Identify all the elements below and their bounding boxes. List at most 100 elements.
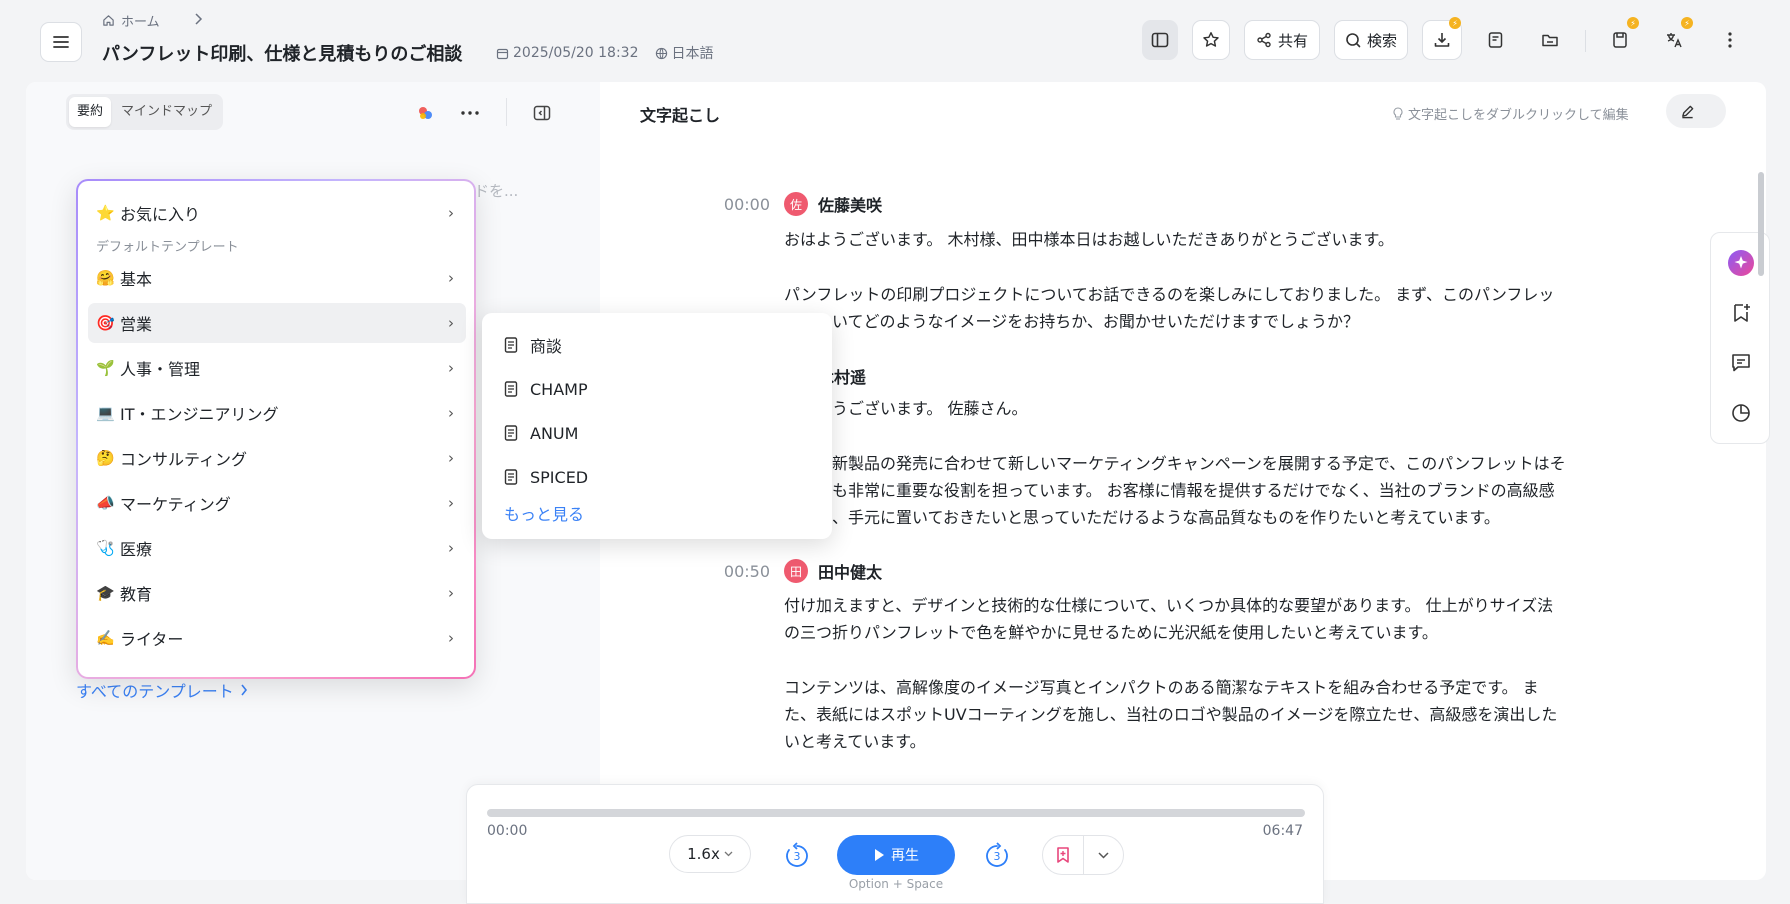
page-title[interactable]: パンフレット印刷、仕様と見積もりのご相談	[102, 40, 462, 66]
bookmark-icon	[1057, 847, 1069, 863]
template-category-hr[interactable]: 🌱 人事・管理 ›	[88, 348, 466, 388]
kebab-menu-icon	[1728, 32, 1732, 48]
show-more-link[interactable]: もっと見る	[482, 501, 832, 525]
template-category-marketing[interactable]: 📣 マーケティング ›	[88, 483, 466, 523]
sparkle-icon	[1728, 250, 1754, 276]
skip-back-button[interactable]: 3	[783, 841, 811, 869]
bookmark-options-button[interactable]	[1082, 836, 1123, 874]
transcript-paragraph[interactable]: パンフレットの印刷プロジェクトについてお話できるのを楽しみにしておりました。 ま…	[784, 281, 1574, 335]
ai-assistant-button[interactable]	[1727, 249, 1755, 277]
comments-button[interactable]	[1727, 349, 1755, 377]
ai-model-button[interactable]	[414, 102, 436, 124]
share-button[interactable]: 共有	[1244, 20, 1320, 60]
summary-more-button[interactable]	[459, 102, 481, 124]
playback-speed-select[interactable]: 1.6x	[669, 835, 751, 873]
collapse-panel-button[interactable]	[531, 102, 553, 124]
add-timestamp-bookmark-button[interactable]	[1043, 836, 1083, 874]
document-icon	[504, 425, 518, 441]
document-datetime: 2025/05/20 18:32	[513, 45, 639, 61]
pencil-icon	[1682, 105, 1694, 118]
export-doc-button[interactable]	[1476, 20, 1516, 60]
skip-forward-button[interactable]: 3	[983, 841, 1011, 869]
template-label: コンサルティング	[120, 450, 248, 469]
current-time: 00:00	[487, 823, 528, 839]
menu-button[interactable]	[40, 22, 82, 62]
tab-summary[interactable]: 要約	[69, 97, 112, 127]
folder-icon	[1542, 34, 1558, 47]
edit-hint-text: 文字起こしをダブルクリックして編集	[1408, 108, 1629, 123]
chevron-right-icon: ›	[448, 629, 454, 647]
all-templates-link[interactable]: すべてのテンプレート	[76, 678, 248, 702]
transcript-edit-hint: 文字起こしをダブルクリックして編集	[1392, 104, 1629, 123]
speaker-label[interactable]: 田 田中健太	[784, 559, 882, 583]
speed-value: 1.6x	[687, 845, 720, 863]
template-category-basic[interactable]: 🤗 基本 ›	[88, 258, 466, 298]
tab-mindmap[interactable]: マインドマップ	[113, 97, 220, 127]
pie-chart-icon	[1732, 404, 1750, 422]
sidebar-panel-icon	[1151, 32, 1169, 48]
document-icon	[504, 337, 518, 353]
header-bar: ホーム パンフレット印刷、仕様と見積もりのご相談 2025/05/20 18:3…	[0, 0, 1790, 82]
template-item-champ[interactable]: CHAMP	[482, 367, 832, 411]
template-item-label: SPICED	[530, 467, 589, 487]
document-export-icon	[1488, 32, 1503, 48]
avatar: 田	[784, 559, 808, 583]
entry-timestamp[interactable]: 00:50	[690, 562, 770, 581]
entry-timestamp[interactable]: 00:00	[690, 195, 770, 214]
audio-player: 00:00 06:47 1.6x 3 再生 Option + Space 3	[466, 784, 1324, 904]
chevron-right-icon: ›	[448, 269, 454, 287]
template-label: 営業	[120, 315, 153, 334]
transcript-paragraph[interactable]: 付け加えますと、デザインと技術的な仕様について、いくつか具体的な要望があります。…	[784, 592, 1574, 646]
ellipsis-icon	[461, 111, 479, 115]
transcript-paragraph[interactable]: おはようございます。 佐藤さん。	[784, 395, 1574, 422]
template-category-it[interactable]: 💻 IT・エンジニアリング ›	[88, 393, 466, 433]
template-category-medical[interactable]: 🩺 医療 ›	[88, 528, 466, 568]
premium-badge-icon: ⚡	[1449, 17, 1461, 29]
search-button[interactable]: 検索	[1334, 20, 1408, 60]
template-label: 人事・管理	[120, 360, 201, 379]
template-item-anum[interactable]: ANUM	[482, 411, 832, 455]
transcript-paragraph[interactable]: 弊社は新製品の発売に合わせて新しいマーケティングキャンペーンを展開する予定で、こ…	[784, 450, 1574, 531]
template-label: お気に入り	[120, 205, 201, 224]
transcript-paragraph[interactable]: おはようございます。 木村様、田中様本日はお越しいただきありがとうございます。	[784, 226, 1574, 253]
transcript-scrollbar[interactable]	[1758, 172, 1764, 276]
template-item-spiced[interactable]: SPICED	[482, 455, 832, 499]
document-icon	[504, 469, 518, 485]
total-duration: 06:47	[1262, 823, 1303, 839]
template-dropdown: ⭐ お気に入り › デフォルトテンプレート 🤗 基本 › 🎯 営業 › 🌱 人事…	[76, 179, 476, 679]
download-button[interactable]: ⚡	[1422, 17, 1462, 60]
template-favorites[interactable]: ⭐ お気に入り ›	[88, 193, 466, 233]
stethoscope-icon: 🩺	[96, 539, 115, 557]
template-category-consulting[interactable]: 🤔 コンサルティング ›	[88, 438, 466, 478]
template-item-shoudan[interactable]: 商談	[482, 323, 832, 367]
translate-button[interactable]: ⚡	[1654, 17, 1694, 60]
analytics-button[interactable]	[1727, 399, 1755, 427]
document-icon	[504, 381, 518, 397]
sales-template-submenu: 商談 CHAMP ANUM SPICED もっと見る	[482, 313, 832, 539]
graduation-cap-icon: 🎓	[96, 584, 115, 602]
favorite-button[interactable]	[1192, 20, 1230, 60]
template-label: 基本	[120, 270, 153, 289]
edit-transcript-button[interactable]	[1666, 94, 1726, 128]
save-button[interactable]: ⚡	[1600, 17, 1640, 60]
more-options-button[interactable]	[1710, 20, 1750, 60]
language-meta[interactable]: 日本語	[655, 43, 714, 63]
add-bookmark-button[interactable]	[1727, 299, 1755, 327]
chevron-right-icon	[241, 684, 247, 696]
speaker-label[interactable]: 佐 佐藤美咲	[784, 192, 882, 216]
template-category-education[interactable]: 🎓 教育 ›	[88, 573, 466, 613]
sidebar-toggle-button[interactable]	[1142, 20, 1178, 60]
template-category-sales[interactable]: 🎯 営業 ›	[88, 303, 466, 343]
play-button[interactable]: 再生	[837, 835, 955, 875]
play-icon	[875, 849, 884, 861]
breadcrumb-home-link[interactable]: ホーム	[121, 11, 160, 30]
move-to-folder-button[interactable]	[1530, 20, 1570, 60]
chevron-right-icon: ›	[448, 494, 454, 512]
playback-progress-bar[interactable]	[487, 809, 1305, 817]
bookmark-plus-icon	[1734, 304, 1750, 322]
transcript-paragraph[interactable]: コンテンツは、高解像度のイメージ写真とインパクトのある簡潔なテキストを組み合わせ…	[784, 674, 1574, 755]
writing-hand-icon: ✍️	[96, 629, 115, 647]
template-category-writer[interactable]: ✍️ ライター ›	[88, 618, 466, 658]
chevron-right-icon: ›	[448, 539, 454, 557]
translate-icon	[1667, 33, 1682, 48]
